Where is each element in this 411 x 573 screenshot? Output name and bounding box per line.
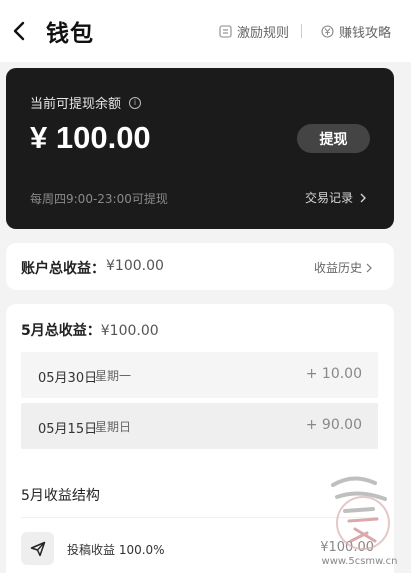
withdraw-schedule-note: 每周四9:00-23:00可提现 <box>30 192 168 206</box>
daily-earning-date: 05月15日 <box>38 422 98 437</box>
yen-coin-icon <box>321 25 334 38</box>
earnings-history-link[interactable]: 收益历史 <box>314 259 374 276</box>
paper-plane-icon <box>30 541 45 556</box>
header-divider <box>301 24 302 38</box>
daily-earning-amount: + 90.00 <box>305 417 362 433</box>
balance-label-row: 当前可提现余额 i <box>30 93 142 112</box>
chevron-left-icon <box>13 21 25 41</box>
earnings-history-label: 收益历史 <box>313 261 362 275</box>
total-earnings-value: ¥100.00 <box>106 258 164 274</box>
daily-earning-weekday: 星期一 <box>95 369 132 383</box>
watermark-logo: www.5csmw.cn <box>308 452 411 573</box>
watermark-site-text: www.5csmw.cn <box>321 556 398 567</box>
page-title: 钱包 <box>46 21 94 47</box>
monthly-total: 5月总收益：¥100.00 <box>21 320 159 340</box>
incentive-rules-label: 激励规则 <box>237 26 290 41</box>
withdraw-button[interactable]: 提现 <box>297 124 370 153</box>
daily-earning-weekday: 星期日 <box>95 420 132 434</box>
balance-label: 当前可提现余额 <box>30 97 122 112</box>
transaction-records-label: 交易记录 <box>305 191 354 205</box>
daily-earning-amount: + 10.00 <box>305 366 362 382</box>
earning-guide-label: 赚钱攻略 <box>339 26 392 41</box>
monthly-total-value: ¥100.00 <box>100 323 159 339</box>
rules-doc-icon <box>219 25 232 38</box>
daily-earning-date: 05月30日 <box>38 371 98 386</box>
top-bar: 钱包 激励规则 赚钱攻略 <box>0 0 411 62</box>
earnings-structure-title: 5月收益结构 <box>21 488 100 504</box>
info-icon[interactable]: i <box>129 96 142 109</box>
total-earnings-card: 账户总收益： ¥100.00 收益历史 <box>6 243 394 290</box>
balance-amount: ¥ 100.00 <box>30 120 151 155</box>
daily-earning-row[interactable]: 05月30日 星期一 + 10.00 <box>21 352 378 398</box>
balance-card: 当前可提现余额 i ¥ 100.00 提现 每周四9:00-23:00可提现 交… <box>6 68 394 229</box>
monthly-total-label: 5月总收益： <box>21 323 101 339</box>
submission-icon-box <box>21 532 54 565</box>
incentive-rules-link[interactable]: 激励规则 <box>219 22 289 41</box>
total-earnings-label: 账户总收益： <box>21 261 105 277</box>
chevron-right-icon <box>360 193 366 202</box>
daily-earning-row[interactable]: 05月15日 星期日 + 90.00 <box>21 403 378 449</box>
seal-logo-icon <box>330 476 390 550</box>
chevron-right-icon <box>366 263 372 272</box>
earning-guide-link[interactable]: 赚钱攻略 <box>321 22 391 41</box>
back-button[interactable] <box>8 18 30 44</box>
submission-earnings-label: 投稿收益 100.0% <box>67 543 165 557</box>
transaction-records-link[interactable]: 交易记录 <box>305 189 369 206</box>
